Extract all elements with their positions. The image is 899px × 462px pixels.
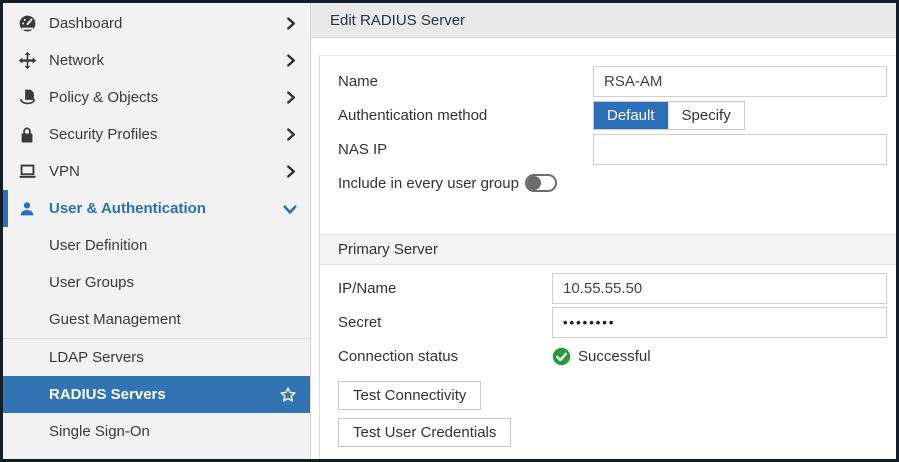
star-icon[interactable] bbox=[279, 386, 297, 404]
include-user-group-toggle[interactable] bbox=[525, 174, 557, 192]
sidebar-item-guest-management[interactable]: Guest Management bbox=[3, 301, 310, 338]
auth-method-label: Authentication method bbox=[338, 107, 593, 124]
test-user-credentials-button[interactable]: Test User Credentials bbox=[338, 418, 511, 447]
sidebar-item-dashboard[interactable]: Dashboard bbox=[3, 5, 310, 42]
test-connectivity-button[interactable]: Test Connectivity bbox=[338, 381, 481, 410]
check-circle-icon bbox=[552, 347, 571, 366]
auth-method-segmented-control: Default Specify bbox=[593, 101, 745, 130]
secret-row: Secret bbox=[338, 305, 887, 339]
sidebar-item-radius-servers[interactable]: RADIUS Servers bbox=[3, 376, 310, 413]
secret-input[interactable] bbox=[552, 307, 887, 338]
include-user-group-label: Include in every user group bbox=[338, 175, 519, 192]
monitor-icon bbox=[16, 162, 38, 182]
chevron-down-icon bbox=[283, 202, 297, 216]
form-panel-wrap: Name Authentication method Default Speci… bbox=[311, 38, 896, 459]
nas-ip-row: NAS IP bbox=[338, 132, 887, 166]
sidebar-item-label: Guest Management bbox=[49, 311, 181, 328]
sidebar-item-ldap-servers[interactable]: LDAP Servers bbox=[3, 339, 310, 376]
name-label: Name bbox=[338, 73, 593, 90]
chevron-right-icon bbox=[284, 91, 297, 104]
policy-icon bbox=[16, 88, 38, 108]
lock-icon bbox=[16, 125, 38, 145]
primary-server-section-header: Primary Server bbox=[320, 234, 896, 265]
auth-specify-option[interactable]: Specify bbox=[668, 102, 744, 129]
name-input[interactable] bbox=[593, 66, 887, 97]
sidebar-item-label: Policy & Objects bbox=[49, 89, 158, 106]
secret-label: Secret bbox=[338, 314, 552, 331]
sidebar-item-user-groups[interactable]: User Groups bbox=[3, 264, 310, 301]
connection-status-row: Connection status Successful bbox=[338, 339, 887, 373]
sidebar-item-label: Dashboard bbox=[49, 15, 122, 32]
sidebar-item-label: Network bbox=[49, 52, 104, 69]
main-content: Edit RADIUS Server Name Authentication m… bbox=[311, 3, 896, 459]
toggle-knob bbox=[527, 176, 541, 190]
connection-status-text: Successful bbox=[578, 348, 651, 365]
sidebar-item-label: User Groups bbox=[49, 274, 134, 291]
user-icon bbox=[16, 199, 38, 219]
gauge-icon bbox=[16, 14, 38, 34]
sidebar-item-label: LDAP Servers bbox=[49, 349, 144, 366]
auth-default-option[interactable]: Default bbox=[594, 102, 668, 129]
chevron-right-icon bbox=[284, 17, 297, 30]
include-user-group-row: Include in every user group bbox=[338, 166, 887, 200]
sidebar-item-policy-objects[interactable]: Policy & Objects bbox=[3, 79, 310, 116]
nas-ip-input[interactable] bbox=[593, 134, 887, 165]
app-window: Dashboard Network Policy & Objects bbox=[0, 0, 899, 462]
connection-status-label: Connection status bbox=[338, 348, 552, 365]
page-header: Edit RADIUS Server bbox=[311, 3, 896, 38]
move-icon bbox=[16, 51, 38, 71]
sidebar-item-user-definition[interactable]: User Definition bbox=[3, 227, 310, 264]
test-credentials-row: Test User Credentials bbox=[338, 410, 887, 447]
sidebar-item-vpn[interactable]: VPN bbox=[3, 153, 310, 190]
test-connectivity-row: Test Connectivity bbox=[338, 373, 887, 410]
sidebar-item-user-authentication[interactable]: User & Authentication bbox=[3, 190, 310, 227]
sidebar-item-label: Single Sign-On bbox=[49, 423, 150, 440]
page-title: Edit RADIUS Server bbox=[330, 12, 465, 29]
auth-method-row: Authentication method Default Specify bbox=[338, 98, 887, 132]
sidebar-item-network[interactable]: Network bbox=[3, 42, 310, 79]
sidebar-item-label: RADIUS Servers bbox=[49, 386, 166, 403]
sidebar-item-security-profiles[interactable]: Security Profiles bbox=[3, 116, 310, 153]
sidebar-item-label: Security Profiles bbox=[49, 126, 157, 143]
ip-name-input[interactable] bbox=[552, 273, 887, 304]
ip-name-row: IP/Name bbox=[338, 271, 887, 305]
name-row: Name bbox=[338, 64, 887, 98]
active-indicator bbox=[3, 190, 8, 227]
sidebar-item-label: VPN bbox=[49, 163, 80, 180]
radius-server-form: Name Authentication method Default Speci… bbox=[319, 55, 896, 459]
chevron-right-icon bbox=[284, 128, 297, 141]
sidebar-item-label: User & Authentication bbox=[49, 200, 206, 217]
connection-status-value: Successful bbox=[552, 347, 651, 366]
sidebar-item-single-sign-on[interactable]: Single Sign-On bbox=[3, 413, 310, 450]
nas-ip-label: NAS IP bbox=[338, 141, 593, 158]
sidebar: Dashboard Network Policy & Objects bbox=[3, 3, 311, 459]
chevron-right-icon bbox=[284, 54, 297, 67]
primary-server-title: Primary Server bbox=[338, 241, 438, 258]
sidebar-item-label: User Definition bbox=[49, 237, 147, 254]
chevron-right-icon bbox=[284, 165, 297, 178]
ip-name-label: IP/Name bbox=[338, 280, 552, 297]
